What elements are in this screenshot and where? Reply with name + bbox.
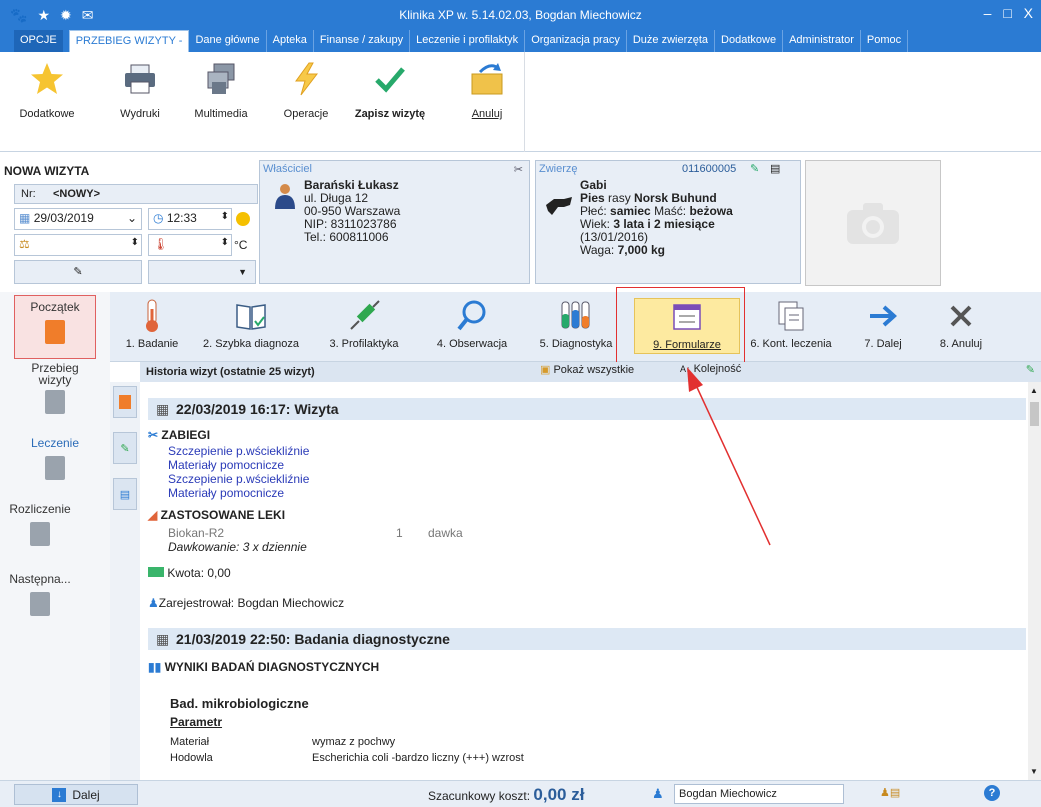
- cost-value: 0,00 zł: [533, 785, 585, 804]
- users-icon[interactable]: ♟▤: [880, 786, 900, 799]
- help-icon[interactable]: ?: [984, 785, 1000, 801]
- estimated-cost: Szacunkowy koszt: 0,00 zł: [428, 785, 585, 804]
- arrow-down-icon: ↓: [52, 787, 67, 802]
- user-icon: ♟: [652, 786, 664, 801]
- status-dalej-button[interactable]: ↓ Dalej: [14, 784, 138, 805]
- status-bar: ↓ Dalej Szacunkowy koszt: 0,00 zł ♟ Bogd…: [0, 780, 1041, 807]
- current-user-field[interactable]: Bogdan Miechowicz: [674, 784, 844, 804]
- annotation-arrow: [687, 367, 771, 546]
